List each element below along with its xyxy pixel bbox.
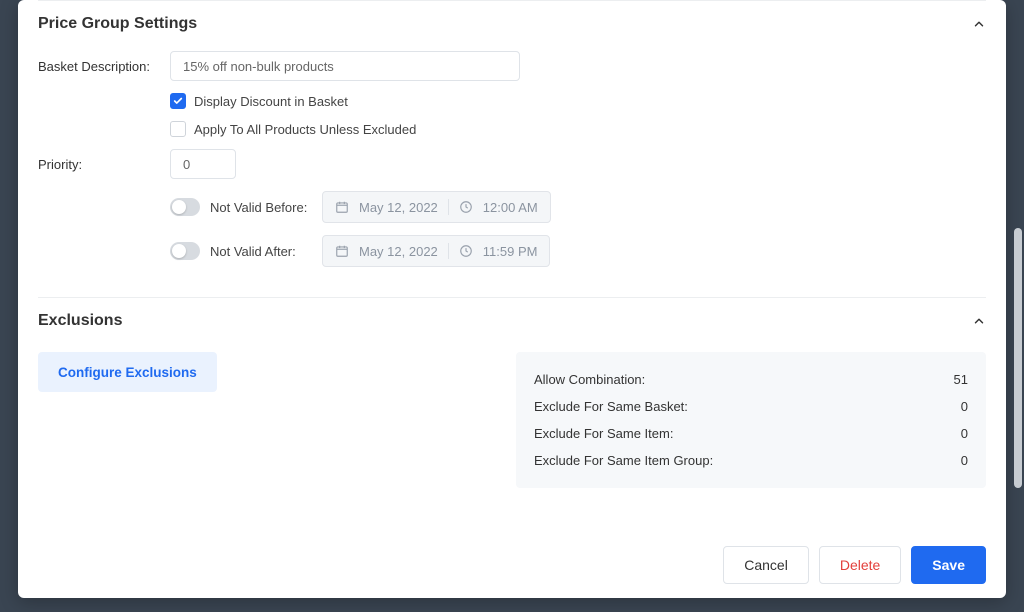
stat-exclude-same-group: Exclude For Same Item Group: 0 (534, 447, 968, 474)
not-valid-after-datetime[interactable]: May 12, 2022 11:59 PM (322, 235, 550, 267)
apply-all-label: Apply To All Products Unless Excluded (194, 122, 416, 137)
section-title: Exclusions (38, 312, 122, 330)
not-valid-after-label: Not Valid After: (210, 244, 322, 259)
not-valid-before-toggle[interactable] (170, 198, 200, 216)
display-discount-label: Display Discount in Basket (194, 94, 348, 109)
not-valid-before-label: Not Valid Before: (210, 200, 322, 215)
not-valid-before-time: 12:00 AM (483, 200, 538, 215)
cancel-button[interactable]: Cancel (723, 546, 809, 584)
delete-button[interactable]: Delete (819, 546, 901, 584)
apply-all-checkbox[interactable] (170, 121, 186, 137)
section-price-group-settings[interactable]: Price Group Settings (38, 1, 986, 43)
not-valid-before-date: May 12, 2022 (359, 200, 438, 215)
section-exclusions[interactable]: Exclusions (38, 298, 986, 340)
stat-exclude-same-item: Exclude For Same Item: 0 (534, 420, 968, 447)
stat-exclude-same-basket: Exclude For Same Basket: 0 (534, 393, 968, 420)
configure-exclusions-button[interactable]: Configure Exclusions (38, 352, 217, 392)
priority-input[interactable] (170, 149, 236, 179)
separator (448, 199, 449, 215)
chevron-up-icon (972, 17, 986, 31)
basket-description-input[interactable] (170, 51, 520, 81)
footer: Cancel Delete Save (723, 546, 986, 584)
basket-description-label: Basket Description: (38, 59, 170, 74)
scrollbar-thumb[interactable] (1014, 228, 1022, 488)
separator (448, 243, 449, 259)
not-valid-before-datetime[interactable]: May 12, 2022 12:00 AM (322, 191, 551, 223)
stat-allow-combination: Allow Combination: 51 (534, 366, 968, 393)
not-valid-after-time: 11:59 PM (483, 244, 538, 259)
display-discount-checkbox[interactable] (170, 93, 186, 109)
priority-label: Priority: (38, 157, 170, 172)
chevron-up-icon (972, 314, 986, 328)
not-valid-after-date: May 12, 2022 (359, 244, 438, 259)
section-title: Price Group Settings (38, 15, 197, 33)
exclusion-stats: Allow Combination: 51 Exclude For Same B… (516, 352, 986, 488)
not-valid-after-toggle[interactable] (170, 242, 200, 260)
save-button[interactable]: Save (911, 546, 986, 584)
